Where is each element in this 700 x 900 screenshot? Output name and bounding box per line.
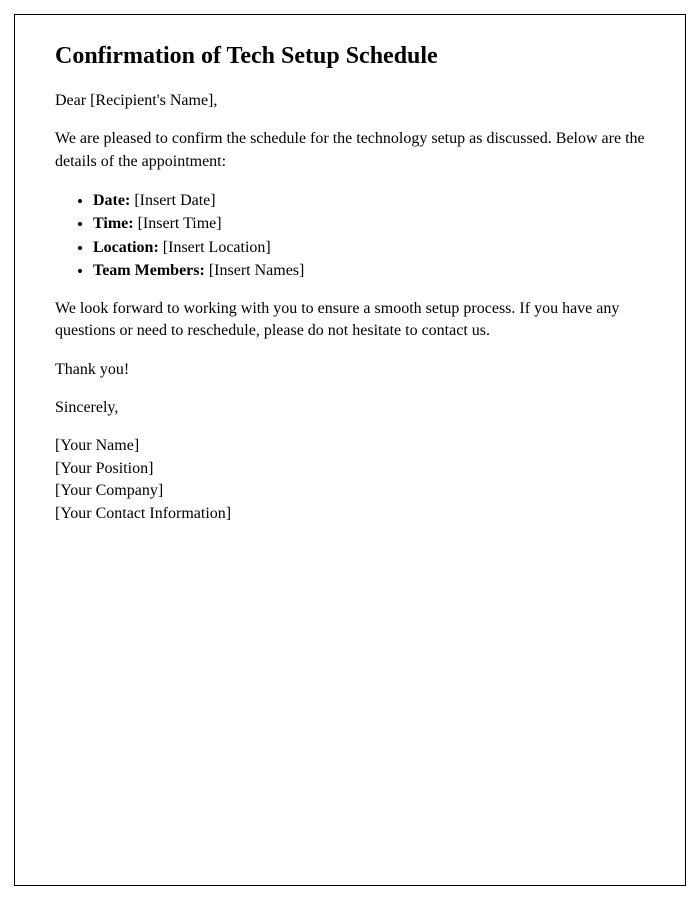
salutation: Dear [Recipient's Name], <box>55 90 645 112</box>
detail-location: Location: [Insert Location] <box>93 236 645 259</box>
detail-team-label: Team Members: <box>93 262 205 279</box>
detail-date-label: Date: <box>93 192 130 209</box>
signature-name: [Your Name] <box>55 435 645 457</box>
details-list: Date: [Insert Date] Time: [Insert Time] … <box>93 189 645 282</box>
intro-paragraph: We are pleased to confirm the schedule f… <box>55 128 645 173</box>
closing: Sincerely, <box>55 397 645 419</box>
body-paragraph: We look forward to working with you to e… <box>55 298 645 343</box>
signature-block: [Your Name] [Your Position] [Your Compan… <box>55 435 645 525</box>
detail-date-value: [Insert Date] <box>134 192 215 209</box>
detail-date: Date: [Insert Date] <box>93 189 645 212</box>
page-title: Confirmation of Tech Setup Schedule <box>55 43 645 70</box>
thanks-paragraph: Thank you! <box>55 359 645 381</box>
signature-contact: [Your Contact Information] <box>55 503 645 525</box>
signature-position: [Your Position] <box>55 458 645 480</box>
signature-company: [Your Company] <box>55 480 645 502</box>
detail-time-label: Time: <box>93 215 134 232</box>
document-container: Confirmation of Tech Setup Schedule Dear… <box>14 14 686 886</box>
detail-location-label: Location: <box>93 239 159 256</box>
detail-team-value: [Insert Names] <box>209 262 305 279</box>
detail-time-value: [Insert Time] <box>138 215 222 232</box>
detail-location-value: [Insert Location] <box>163 239 271 256</box>
detail-time: Time: [Insert Time] <box>93 212 645 235</box>
detail-team: Team Members: [Insert Names] <box>93 259 645 282</box>
